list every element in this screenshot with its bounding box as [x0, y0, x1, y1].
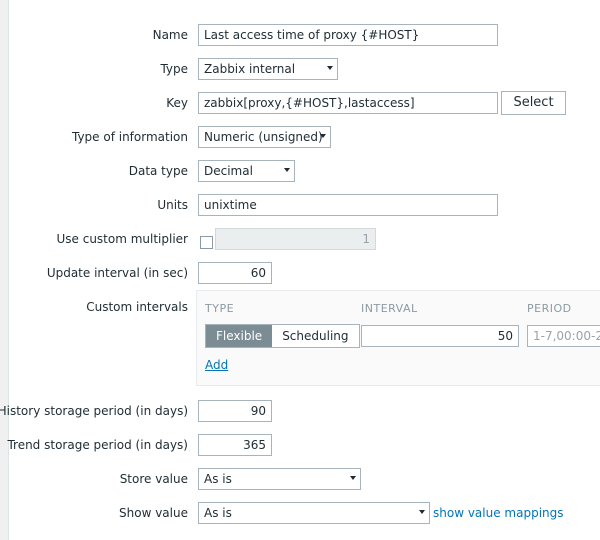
store-value-select[interactable]: As is	[198, 468, 361, 490]
history-label: History storage period (in days)	[0, 404, 188, 418]
select-key-button[interactable]: Select	[501, 91, 566, 115]
custom-multiplier-input[interactable]: 1	[215, 228, 376, 250]
key-input[interactable]: zabbix[proxy,{#HOST},lastaccess]	[198, 92, 498, 114]
custom-intervals-label: Custom intervals	[86, 300, 188, 314]
custom-intervals-table: TYPE INTERVAL PERIOD Flexible Scheduling…	[196, 290, 600, 386]
trend-label: Trend storage period (in days)	[7, 438, 188, 452]
units-input[interactable]: unixtime	[198, 194, 498, 216]
show-value-label: Show value	[119, 506, 188, 520]
add-interval-link[interactable]: Add	[205, 358, 228, 372]
history-input[interactable]: 90	[198, 400, 272, 422]
units-label: Units	[157, 198, 188, 212]
interval-input[interactable]: 50	[361, 325, 519, 347]
data-type-label: Data type	[128, 164, 188, 178]
type-of-information-label: Type of information	[71, 130, 188, 144]
interval-type-toggle: Flexible Scheduling	[205, 324, 360, 348]
store-value-label: Store value	[119, 472, 188, 486]
custom-multiplier-checkbox[interactable]	[200, 236, 213, 249]
interval-column-header: INTERVAL	[361, 302, 418, 315]
trend-input[interactable]: 365	[198, 434, 272, 456]
period-column-header: PERIOD	[527, 302, 572, 315]
chevron-down-icon	[284, 168, 290, 172]
name-input[interactable]: Last access time of proxy {#HOST}	[198, 24, 498, 46]
show-value-select[interactable]: As is	[198, 502, 430, 524]
type-label: Type	[160, 62, 188, 76]
chevron-down-icon	[327, 66, 333, 70]
item-prototype-form: Name Last access time of proxy {#HOST} T…	[0, 0, 600, 540]
update-interval-label: Update interval (in sec)	[46, 266, 188, 280]
store-value-value: As is	[204, 472, 232, 486]
chevron-down-icon	[419, 510, 425, 514]
show-value-mappings-link[interactable]: show value mappings	[433, 506, 564, 520]
type-select-value: Zabbix internal	[204, 62, 296, 76]
custom-multiplier-label: Use custom multiplier	[56, 232, 188, 246]
type-select[interactable]: Zabbix internal	[198, 58, 338, 80]
show-value-value: As is	[204, 506, 232, 520]
update-interval-input[interactable]: 60	[198, 262, 272, 284]
type-column-header: TYPE	[205, 302, 235, 315]
period-input[interactable]: 1-7,00:00-24:00	[527, 325, 600, 347]
type-of-information-value: Numeric (unsigned)	[204, 130, 323, 144]
key-label: Key	[166, 96, 188, 110]
chevron-down-icon	[320, 134, 326, 138]
name-label: Name	[152, 28, 188, 42]
scheduling-tab[interactable]: Scheduling	[272, 325, 359, 347]
chevron-down-icon	[350, 476, 356, 480]
data-type-select[interactable]: Decimal	[198, 160, 295, 182]
type-of-information-select[interactable]: Numeric (unsigned)	[198, 126, 331, 148]
data-type-value: Decimal	[204, 164, 253, 178]
flexible-tab[interactable]: Flexible	[206, 325, 273, 347]
